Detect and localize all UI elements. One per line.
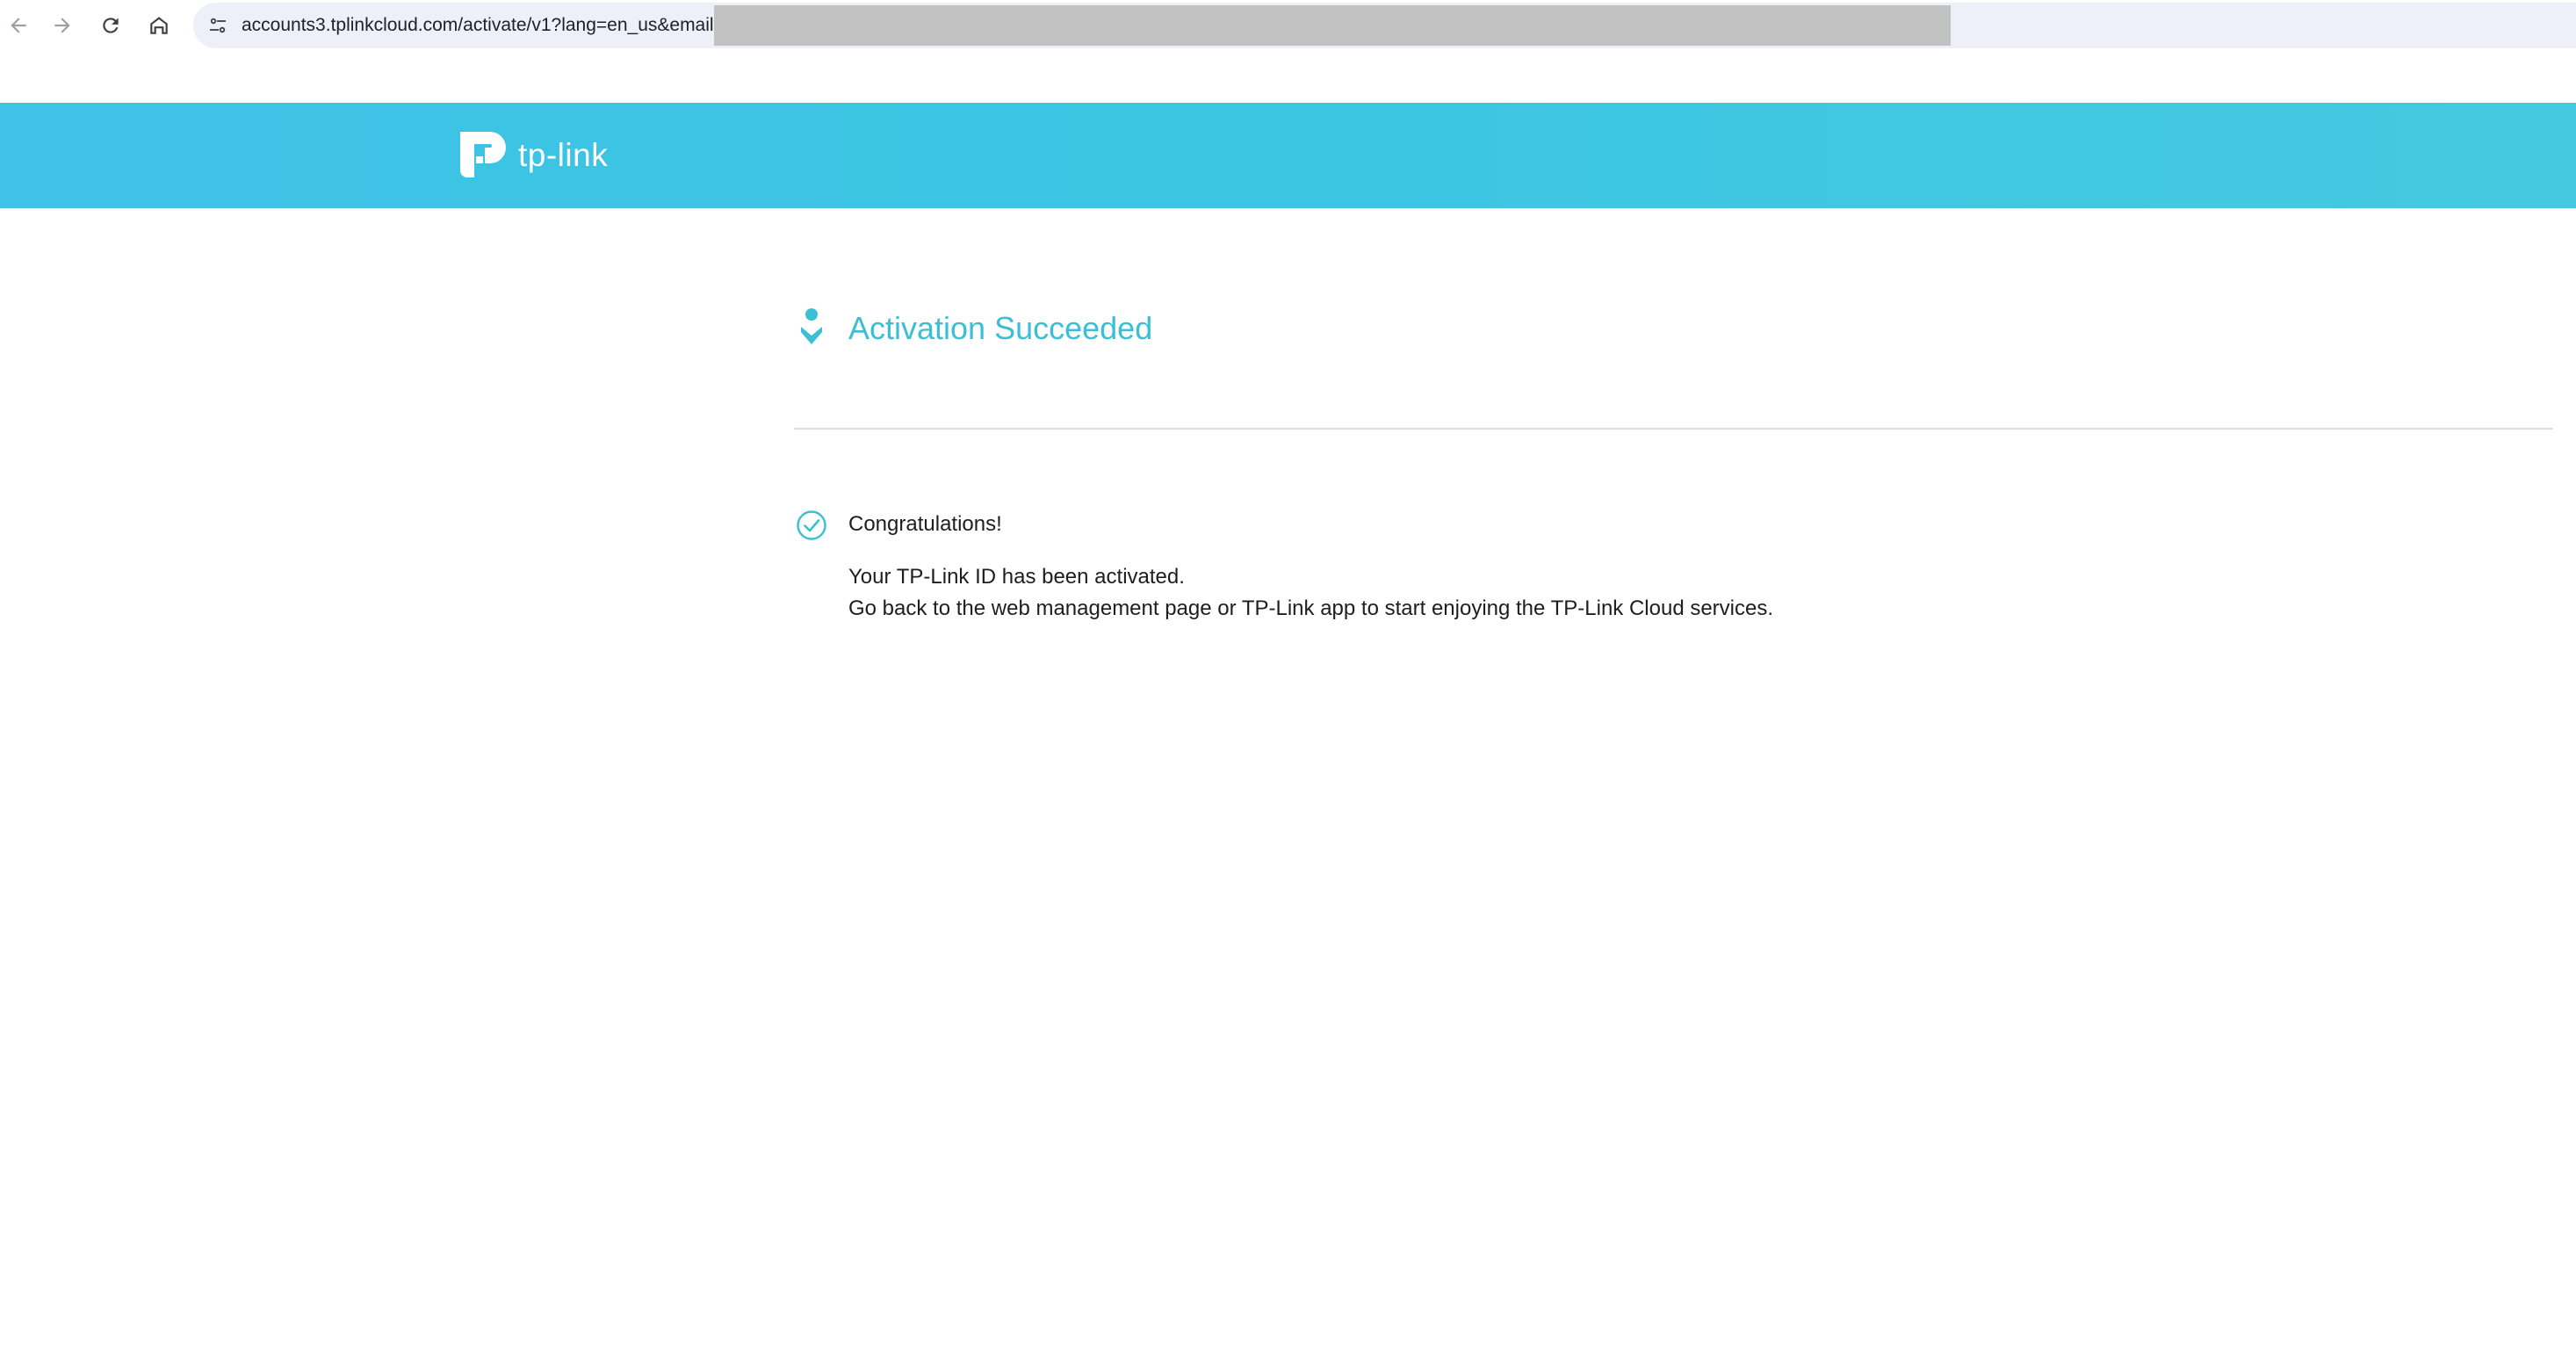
divider bbox=[794, 428, 2553, 430]
tp-link-logo[interactable]: tp-link bbox=[455, 126, 608, 184]
home-button[interactable] bbox=[141, 7, 177, 44]
arrow-right-icon bbox=[54, 18, 70, 33]
user-check-icon bbox=[801, 308, 822, 344]
congratulations-text: Congratulations! bbox=[848, 512, 1002, 536]
back-button[interactable] bbox=[0, 7, 37, 44]
tp-link-logo-icon bbox=[460, 132, 506, 177]
activation-message: Your TP-Link ID has been activated. bbox=[848, 565, 1185, 589]
arrow-left-icon bbox=[11, 18, 26, 33]
logo-text: tp-link bbox=[518, 136, 609, 173]
home-icon bbox=[150, 17, 168, 34]
url-redaction bbox=[714, 5, 1951, 46]
page-title: Activation Succeeded bbox=[848, 310, 1153, 346]
browser-toolbar: accounts3.tplinkcloud.com/activate/v1?la… bbox=[0, 0, 2576, 51]
title-row: Activation Succeeded bbox=[794, 306, 1152, 351]
reload-icon bbox=[103, 18, 119, 33]
tune-icon bbox=[210, 18, 226, 33]
forward-button[interactable] bbox=[44, 7, 81, 44]
reload-button[interactable] bbox=[92, 7, 129, 44]
instruction-message: Go back to the web management page or TP… bbox=[848, 596, 1774, 620]
url-text[interactable]: accounts3.tplinkcloud.com/activate/v1?la… bbox=[242, 15, 714, 36]
address-bar[interactable]: accounts3.tplinkcloud.com/activate/v1?la… bbox=[193, 3, 2576, 48]
site-info-button[interactable] bbox=[204, 11, 232, 40]
check-circle-icon bbox=[797, 510, 826, 540]
brand-header: tp-link bbox=[0, 103, 2576, 208]
